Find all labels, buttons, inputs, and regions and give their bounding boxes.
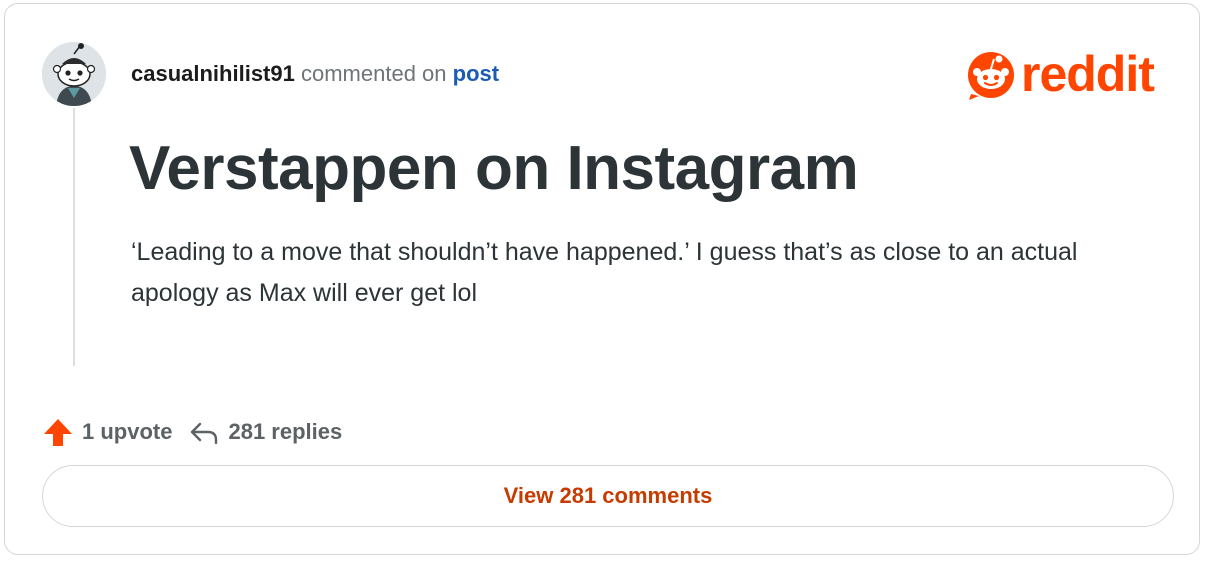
post-link[interactable]: post [453, 61, 499, 86]
comment-header: casualnihilist91 commented on post [131, 60, 499, 88]
comment-actions: 1 upvote 281 replies [42, 414, 342, 450]
upvote-arrow-icon [44, 419, 72, 446]
reddit-logo[interactable]: reddit [965, 46, 1155, 102]
thread-line [73, 108, 75, 366]
commented-on-text: commented on [300, 61, 447, 86]
avatar[interactable] [42, 42, 106, 106]
reddit-wordmark: reddit [1021, 46, 1155, 102]
username[interactable]: casualnihilist91 [131, 61, 295, 86]
replies-button[interactable]: 281 replies [188, 416, 342, 448]
replies-count: 281 replies [228, 419, 343, 444]
reply-arrow-icon [191, 422, 218, 445]
view-comments-button[interactable]: View 281 comments [42, 465, 1174, 527]
post-title[interactable]: Verstappen on Instagram [129, 132, 859, 206]
upvote-button[interactable]: 1 upvote [42, 416, 172, 448]
snoo-avatar-icon [42, 42, 106, 106]
upvote-count: 1 upvote [82, 419, 173, 444]
comment-body: ‘Leading to a move that shouldn’t have h… [131, 238, 1078, 307]
reddit-snoo-icon [968, 52, 1014, 100]
comment-card: casualnihilist91 commented on post reddi… [4, 3, 1200, 555]
